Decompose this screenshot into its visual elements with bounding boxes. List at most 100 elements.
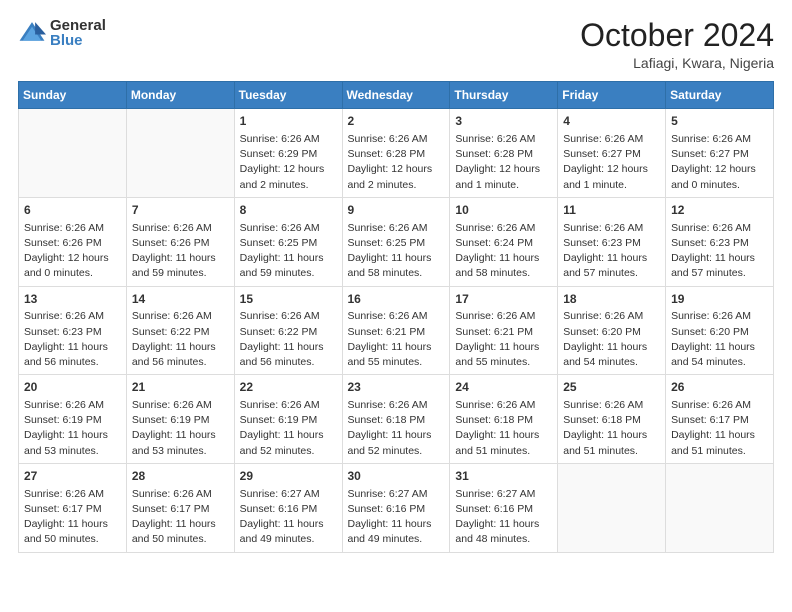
weekday-header: Friday bbox=[558, 82, 666, 109]
day-info: Sunrise: 6:26 AM Sunset: 6:18 PM Dayligh… bbox=[455, 398, 552, 459]
title-block: October 2024 Lafiagi, Kwara, Nigeria bbox=[580, 18, 774, 71]
calendar-day-cell: 12Sunrise: 6:26 AM Sunset: 6:23 PM Dayli… bbox=[666, 197, 774, 286]
day-number: 25 bbox=[563, 379, 660, 396]
calendar-day-cell: 16Sunrise: 6:26 AM Sunset: 6:21 PM Dayli… bbox=[342, 286, 450, 375]
day-info: Sunrise: 6:26 AM Sunset: 6:18 PM Dayligh… bbox=[348, 398, 445, 459]
day-info: Sunrise: 6:26 AM Sunset: 6:26 PM Dayligh… bbox=[24, 221, 121, 282]
weekday-header: Tuesday bbox=[234, 82, 342, 109]
calendar-day-cell: 1 Sunrise: 6:26 AM Sunset: 6:29 PM Daylig… bbox=[234, 109, 342, 198]
calendar-day-cell: 23 Sunrise: 6:26 AM Sunset: 6:18 PM Dayli… bbox=[342, 375, 450, 464]
location-label: Lafiagi, Kwara, Nigeria bbox=[580, 55, 774, 71]
day-info: Sunrise: 6:26 AM Sunset: 6:27 PM Dayligh… bbox=[671, 132, 768, 193]
weekday-header: Sunday bbox=[19, 82, 127, 109]
calendar-day-cell: 14Sunrise: 6:26 AM Sunset: 6:22 PM Dayli… bbox=[126, 286, 234, 375]
day-info: Sunrise: 6:27 AM Sunset: 6:16 PM Dayligh… bbox=[240, 487, 337, 548]
day-info: Sunrise: 6:27 AM Sunset: 6:16 PM Dayligh… bbox=[455, 487, 552, 548]
day-number: 13 bbox=[24, 291, 121, 308]
day-number: 15 bbox=[240, 291, 337, 308]
calendar-day-cell: 8 Sunrise: 6:26 AM Sunset: 6:25 PM Daylig… bbox=[234, 197, 342, 286]
calendar-day-cell: 6 Sunrise: 6:26 AM Sunset: 6:26 PM Daylig… bbox=[19, 197, 127, 286]
calendar-day-cell: 15Sunrise: 6:26 AM Sunset: 6:22 PM Dayli… bbox=[234, 286, 342, 375]
calendar-day-cell: 25 Sunrise: 6:26 AM Sunset: 6:18 PM Dayli… bbox=[558, 375, 666, 464]
day-info: Sunrise: 6:26 AM Sunset: 6:25 PM Dayligh… bbox=[348, 221, 445, 282]
day-info: Sunrise: 6:26 AM Sunset: 6:19 PM Dayligh… bbox=[24, 398, 121, 459]
logo: General Blue bbox=[18, 18, 106, 48]
day-number: 16 bbox=[348, 291, 445, 308]
day-number: 5 bbox=[671, 113, 768, 130]
weekday-header: Wednesday bbox=[342, 82, 450, 109]
day-number: 11 bbox=[563, 202, 660, 219]
day-info: Sunrise: 6:26 AM Sunset: 6:22 PM Dayligh… bbox=[132, 309, 229, 370]
day-info: Sunrise: 6:26 AM Sunset: 6:20 PM Dayligh… bbox=[563, 309, 660, 370]
calendar-week-row: 13Sunrise: 6:26 AM Sunset: 6:23 PM Dayli… bbox=[19, 286, 774, 375]
weekday-header: Thursday bbox=[450, 82, 558, 109]
calendar-day-cell: 28 Sunrise: 6:26 AM Sunset: 6:17 PM Dayli… bbox=[126, 463, 234, 552]
day-number: 19 bbox=[671, 291, 768, 308]
header: General Blue October 2024 Lafiagi, Kwara… bbox=[18, 18, 774, 71]
calendar-day-cell: 27 Sunrise: 6:26 AM Sunset: 6:17 PM Dayli… bbox=[19, 463, 127, 552]
calendar-day-cell: 4Sunrise: 6:26 AM Sunset: 6:27 PM Daylig… bbox=[558, 109, 666, 198]
weekday-header: Monday bbox=[126, 82, 234, 109]
day-info: Sunrise: 6:26 AM Sunset: 6:17 PM Dayligh… bbox=[24, 487, 121, 548]
day-info: Sunrise: 6:26 AM Sunset: 6:17 PM Dayligh… bbox=[671, 398, 768, 459]
calendar-day-cell: 3Sunrise: 6:26 AM Sunset: 6:28 PM Daylig… bbox=[450, 109, 558, 198]
month-title: October 2024 bbox=[580, 18, 774, 53]
day-number: 18 bbox=[563, 291, 660, 308]
calendar-day-cell: 10Sunrise: 6:26 AM Sunset: 6:24 PM Dayli… bbox=[450, 197, 558, 286]
day-number: 2 bbox=[348, 113, 445, 130]
calendar-day-cell: 26Sunrise: 6:26 AM Sunset: 6:17 PM Dayli… bbox=[666, 375, 774, 464]
calendar-table: SundayMondayTuesdayWednesdayThursdayFrid… bbox=[18, 81, 774, 552]
calendar-week-row: 20 Sunrise: 6:26 AM Sunset: 6:19 PM Dayli… bbox=[19, 375, 774, 464]
calendar-day-cell: 7Sunrise: 6:26 AM Sunset: 6:26 PM Daylig… bbox=[126, 197, 234, 286]
weekday-header: Saturday bbox=[666, 82, 774, 109]
day-number: 21 bbox=[132, 379, 229, 396]
calendar-day-cell: 29 Sunrise: 6:27 AM Sunset: 6:16 PM Dayli… bbox=[234, 463, 342, 552]
calendar-day-cell: 11Sunrise: 6:26 AM Sunset: 6:23 PM Dayli… bbox=[558, 197, 666, 286]
page: General Blue October 2024 Lafiagi, Kwara… bbox=[0, 0, 792, 612]
day-number: 24 bbox=[455, 379, 552, 396]
logo-general-label: General bbox=[50, 18, 106, 33]
calendar-week-row: 6 Sunrise: 6:26 AM Sunset: 6:26 PM Daylig… bbox=[19, 197, 774, 286]
calendar-day-cell: 24 Sunrise: 6:26 AM Sunset: 6:18 PM Dayli… bbox=[450, 375, 558, 464]
day-number: 23 bbox=[348, 379, 445, 396]
calendar-day-cell: 31 Sunrise: 6:27 AM Sunset: 6:16 PM Dayli… bbox=[450, 463, 558, 552]
calendar-day-cell: 20 Sunrise: 6:26 AM Sunset: 6:19 PM Dayli… bbox=[19, 375, 127, 464]
calendar-day-cell bbox=[558, 463, 666, 552]
day-info: Sunrise: 6:26 AM Sunset: 6:21 PM Dayligh… bbox=[455, 309, 552, 370]
calendar-day-cell: 19Sunrise: 6:26 AM Sunset: 6:20 PM Dayli… bbox=[666, 286, 774, 375]
day-info: Sunrise: 6:26 AM Sunset: 6:20 PM Dayligh… bbox=[671, 309, 768, 370]
day-number: 8 bbox=[240, 202, 337, 219]
logo-icon bbox=[18, 19, 46, 47]
day-number: 1 bbox=[240, 113, 337, 130]
day-number: 10 bbox=[455, 202, 552, 219]
day-info: Sunrise: 6:26 AM Sunset: 6:23 PM Dayligh… bbox=[24, 309, 121, 370]
calendar-day-cell bbox=[126, 109, 234, 198]
day-info: Sunrise: 6:26 AM Sunset: 6:19 PM Dayligh… bbox=[240, 398, 337, 459]
day-number: 20 bbox=[24, 379, 121, 396]
day-number: 31 bbox=[455, 468, 552, 485]
calendar-day-cell: 5 Sunrise: 6:26 AM Sunset: 6:27 PM Daylig… bbox=[666, 109, 774, 198]
day-number: 7 bbox=[132, 202, 229, 219]
day-number: 30 bbox=[348, 468, 445, 485]
day-number: 6 bbox=[24, 202, 121, 219]
calendar-day-cell: 17Sunrise: 6:26 AM Sunset: 6:21 PM Dayli… bbox=[450, 286, 558, 375]
calendar-day-cell: 30Sunrise: 6:27 AM Sunset: 6:16 PM Dayli… bbox=[342, 463, 450, 552]
day-info: Sunrise: 6:26 AM Sunset: 6:25 PM Dayligh… bbox=[240, 221, 337, 282]
day-number: 22 bbox=[240, 379, 337, 396]
day-info: Sunrise: 6:26 AM Sunset: 6:28 PM Dayligh… bbox=[455, 132, 552, 193]
day-info: Sunrise: 6:26 AM Sunset: 6:17 PM Dayligh… bbox=[132, 487, 229, 548]
day-info: Sunrise: 6:26 AM Sunset: 6:23 PM Dayligh… bbox=[671, 221, 768, 282]
calendar-header-row: SundayMondayTuesdayWednesdayThursdayFrid… bbox=[19, 82, 774, 109]
day-info: Sunrise: 6:26 AM Sunset: 6:22 PM Dayligh… bbox=[240, 309, 337, 370]
calendar-day-cell: 21Sunrise: 6:26 AM Sunset: 6:19 PM Dayli… bbox=[126, 375, 234, 464]
day-info: Sunrise: 6:26 AM Sunset: 6:29 PM Dayligh… bbox=[240, 132, 337, 193]
calendar-day-cell: 13Sunrise: 6:26 AM Sunset: 6:23 PM Dayli… bbox=[19, 286, 127, 375]
calendar-day-cell bbox=[666, 463, 774, 552]
day-info: Sunrise: 6:26 AM Sunset: 6:18 PM Dayligh… bbox=[563, 398, 660, 459]
day-number: 29 bbox=[240, 468, 337, 485]
calendar-day-cell bbox=[19, 109, 127, 198]
day-number: 28 bbox=[132, 468, 229, 485]
day-number: 9 bbox=[348, 202, 445, 219]
day-number: 27 bbox=[24, 468, 121, 485]
calendar-day-cell: 2Sunrise: 6:26 AM Sunset: 6:28 PM Daylig… bbox=[342, 109, 450, 198]
